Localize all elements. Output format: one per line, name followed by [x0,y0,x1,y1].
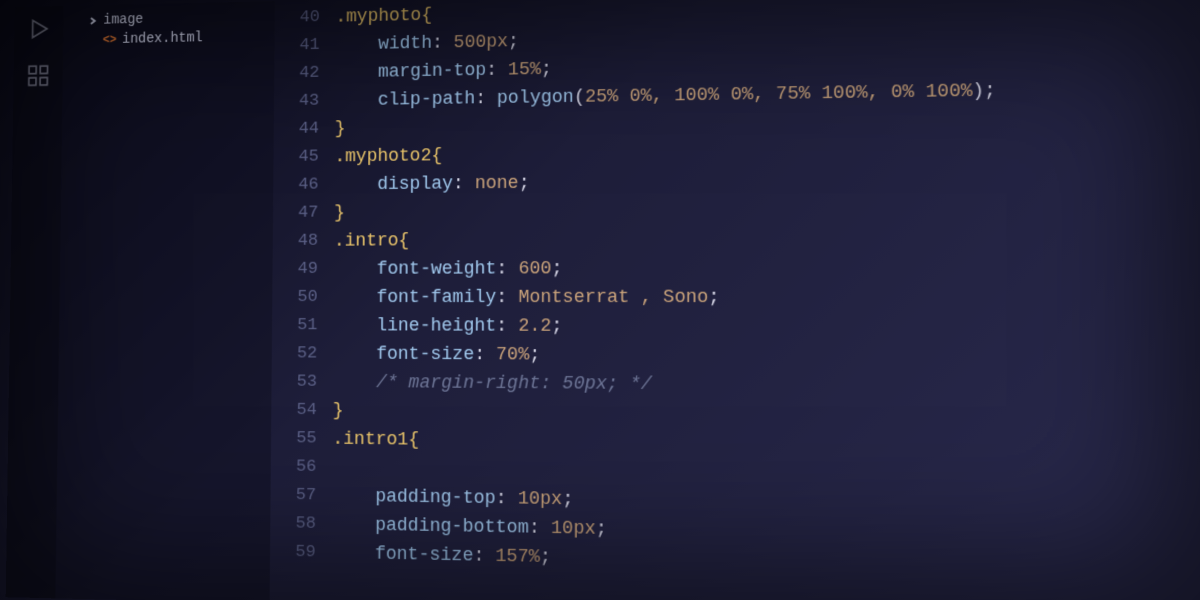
line-number: 41 [274,32,319,61]
code-editor[interactable]: 4041424344454647484950515253545556575859… [270,0,1200,600]
line-number: 45 [273,144,318,172]
line-number: 52 [272,340,318,368]
activity-bar [6,6,64,598]
tree-file-index-html[interactable]: <> index.html [71,27,267,51]
line-number: 57 [270,481,316,510]
line-number: 43 [274,88,319,117]
editor-window: image <> index.html 40414243444546474849… [6,0,1200,600]
code-line[interactable]: line-height: 2.2; [333,312,1200,343]
code-area[interactable]: .myphoto{ width: 500px; margin-top: 15%;… [331,0,1200,600]
line-number: 54 [271,397,317,426]
chevron-right-icon [88,16,98,26]
tree-label: index.html [122,30,203,47]
line-number: 51 [272,312,318,340]
line-number: 55 [271,425,317,454]
line-number: 50 [272,284,318,312]
extensions-icon[interactable] [26,63,51,89]
line-number: 40 [275,4,320,33]
file-explorer[interactable]: image <> index.html [55,1,275,600]
code-line[interactable]: font-weight: 600; [334,253,1200,284]
line-number: 53 [271,368,317,397]
line-number: 48 [273,228,319,256]
tree-label: image [103,12,143,29]
line-number: 42 [274,60,319,89]
line-number: 46 [273,172,318,200]
line-number: 58 [270,510,316,539]
line-number: 47 [273,200,319,228]
code-line[interactable]: font-family: Montserrat , Sono; [333,283,1200,313]
line-number: 59 [270,538,316,567]
run-debug-icon[interactable] [26,16,51,42]
line-number: 49 [272,256,318,284]
line-number: 56 [271,453,317,482]
line-number-gutter: 4041424344454647484950515253545556575859 [270,4,336,600]
code-line[interactable]: .intro{ [334,222,1200,255]
line-number: 44 [274,116,319,144]
html-file-icon: <> [103,33,117,47]
